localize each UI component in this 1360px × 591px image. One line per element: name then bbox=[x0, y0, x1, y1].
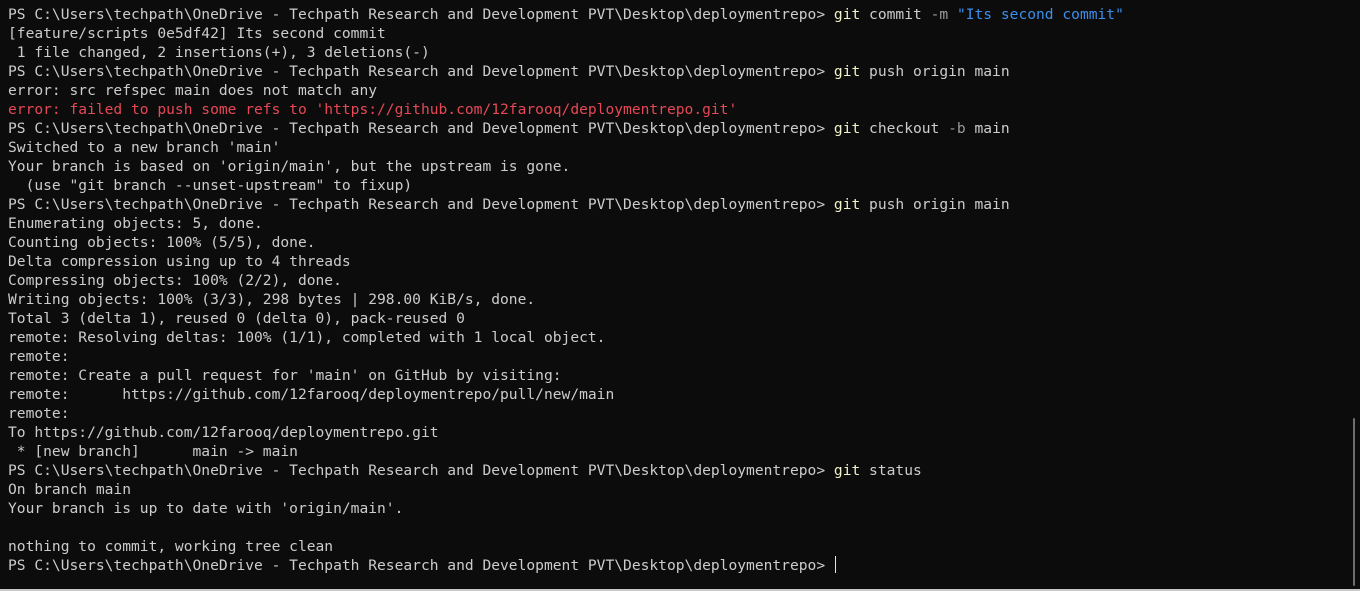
command-line: PS C:\Users\techpath\OneDrive - Techpath… bbox=[8, 195, 1348, 214]
output-text: Switched to a new branch 'main' bbox=[8, 139, 281, 156]
output-text: remote: Resolving deltas: 100% (1/1), co… bbox=[8, 329, 606, 346]
output-line: remote: bbox=[8, 347, 1348, 366]
command-string-arg: "Its second commit" bbox=[956, 6, 1124, 23]
prompt-text: PS C:\Users\techpath\OneDrive - Techpath… bbox=[8, 120, 834, 137]
terminal-window[interactable]: PS C:\Users\techpath\OneDrive - Techpath… bbox=[0, 0, 1360, 591]
output-line: Switched to a new branch 'main' bbox=[8, 138, 1348, 157]
command-args: commit bbox=[860, 6, 931, 23]
output-text: remote: Create a pull request for 'main'… bbox=[8, 367, 562, 384]
command-line: PS C:\Users\techpath\OneDrive - Techpath… bbox=[8, 62, 1348, 81]
output-text: Delta compression using up to 4 threads bbox=[8, 253, 351, 270]
output-line: error: src refspec main does not match a… bbox=[8, 81, 1348, 100]
output-line: 1 file changed, 2 insertions(+), 3 delet… bbox=[8, 43, 1348, 62]
output-text: On branch main bbox=[8, 481, 132, 498]
output-line: Your branch is up to date with 'origin/m… bbox=[8, 499, 1348, 518]
output-line: Writing objects: 100% (3/3), 298 bytes |… bbox=[8, 290, 1348, 309]
output-line: Total 3 (delta 1), reused 0 (delta 0), p… bbox=[8, 309, 1348, 328]
output-text: * [new branch] main -> main bbox=[8, 443, 298, 460]
command-flag: -b bbox=[948, 120, 966, 137]
prompt-text: PS C:\Users\techpath\OneDrive - Techpath… bbox=[8, 462, 834, 479]
error-text: error: failed to push some refs to 'http… bbox=[8, 101, 738, 118]
command-flag: -m bbox=[930, 6, 949, 23]
output-text: remote: bbox=[8, 348, 70, 365]
output-text: To https://github.com/12farooq/deploymen… bbox=[8, 424, 439, 441]
output-text: Writing objects: 100% (3/3), 298 bytes |… bbox=[8, 291, 536, 308]
output-text: nothing to commit, working tree clean bbox=[8, 538, 334, 555]
error-output-line: error: failed to push some refs to 'http… bbox=[8, 100, 1348, 119]
output-line: (use "git branch --unset-upstream" to fi… bbox=[8, 176, 1348, 195]
command-name: git bbox=[833, 63, 861, 80]
output-line: [feature/scripts 0e5df42] Its second com… bbox=[8, 24, 1348, 43]
prompt-text: PS C:\Users\techpath\OneDrive - Techpath… bbox=[8, 6, 834, 23]
output-text: error: src refspec main does not match a… bbox=[8, 82, 378, 99]
command-args: status bbox=[860, 462, 922, 479]
prompt-text: PS C:\Users\techpath\OneDrive - Techpath… bbox=[8, 196, 834, 213]
command-line: PS C:\Users\techpath\OneDrive - Techpath… bbox=[8, 119, 1348, 138]
command-line: PS C:\Users\techpath\OneDrive - Techpath… bbox=[8, 5, 1348, 24]
command-args: push origin main bbox=[860, 196, 1010, 213]
output-line: remote: bbox=[8, 404, 1348, 423]
vertical-scrollbar[interactable] bbox=[1353, 418, 1355, 586]
output-text: Enumerating objects: 5, done. bbox=[8, 215, 263, 232]
output-text: (use "git branch --unset-upstream" to fi… bbox=[8, 177, 413, 194]
command-args bbox=[948, 6, 957, 23]
output-line: * [new branch] main -> main bbox=[8, 442, 1348, 461]
command-args: main bbox=[965, 120, 1010, 137]
output-line: remote: Create a pull request for 'main'… bbox=[8, 366, 1348, 385]
output-line: Enumerating objects: 5, done. bbox=[8, 214, 1348, 233]
prompt-text: PS C:\Users\techpath\OneDrive - Techpath… bbox=[8, 63, 834, 80]
input-line: PS C:\Users\techpath\OneDrive - Techpath… bbox=[8, 556, 1348, 575]
command-args: checkout bbox=[860, 120, 949, 137]
output-line: remote: https://github.com/12farooq/depl… bbox=[8, 385, 1348, 404]
output-text: 1 file changed, 2 insertions(+), 3 delet… bbox=[8, 44, 430, 61]
command-name: git bbox=[833, 196, 861, 213]
output-line: Counting objects: 100% (5/5), done. bbox=[8, 233, 1348, 252]
output-text: Your branch is up to date with 'origin/m… bbox=[8, 500, 404, 517]
prompt-text: PS C:\Users\techpath\OneDrive - Techpath… bbox=[8, 557, 834, 574]
output-text: [feature/scripts 0e5df42] Its second com… bbox=[8, 25, 386, 42]
output-text: Your branch is based on 'origin/main', b… bbox=[8, 158, 571, 175]
output-line: Your branch is based on 'origin/main', b… bbox=[8, 157, 1348, 176]
command-name: git bbox=[833, 6, 861, 23]
output-line: Compressing objects: 100% (2/2), done. bbox=[8, 271, 1348, 290]
text-cursor[interactable] bbox=[834, 556, 836, 573]
output-line: remote: Resolving deltas: 100% (1/1), co… bbox=[8, 328, 1348, 347]
output-line: nothing to commit, working tree clean bbox=[8, 537, 1348, 556]
output-text: Counting objects: 100% (5/5), done. bbox=[8, 234, 316, 251]
output-text: Total 3 (delta 1), reused 0 (delta 0), p… bbox=[8, 310, 465, 327]
output-line: To https://github.com/12farooq/deploymen… bbox=[8, 423, 1348, 442]
command-name: git bbox=[833, 462, 861, 479]
command-args: push origin main bbox=[860, 63, 1010, 80]
terminal-buffer[interactable]: PS C:\Users\techpath\OneDrive - Techpath… bbox=[8, 5, 1348, 575]
output-text: remote: https://github.com/12farooq/depl… bbox=[8, 386, 615, 403]
output-text: Compressing objects: 100% (2/2), done. bbox=[8, 272, 342, 289]
command-name: git bbox=[833, 120, 861, 137]
output-text: remote: bbox=[8, 405, 70, 422]
command-line: PS C:\Users\techpath\OneDrive - Techpath… bbox=[8, 461, 1348, 480]
output-line: On branch main bbox=[8, 480, 1348, 499]
output-line: Delta compression using up to 4 threads bbox=[8, 252, 1348, 271]
